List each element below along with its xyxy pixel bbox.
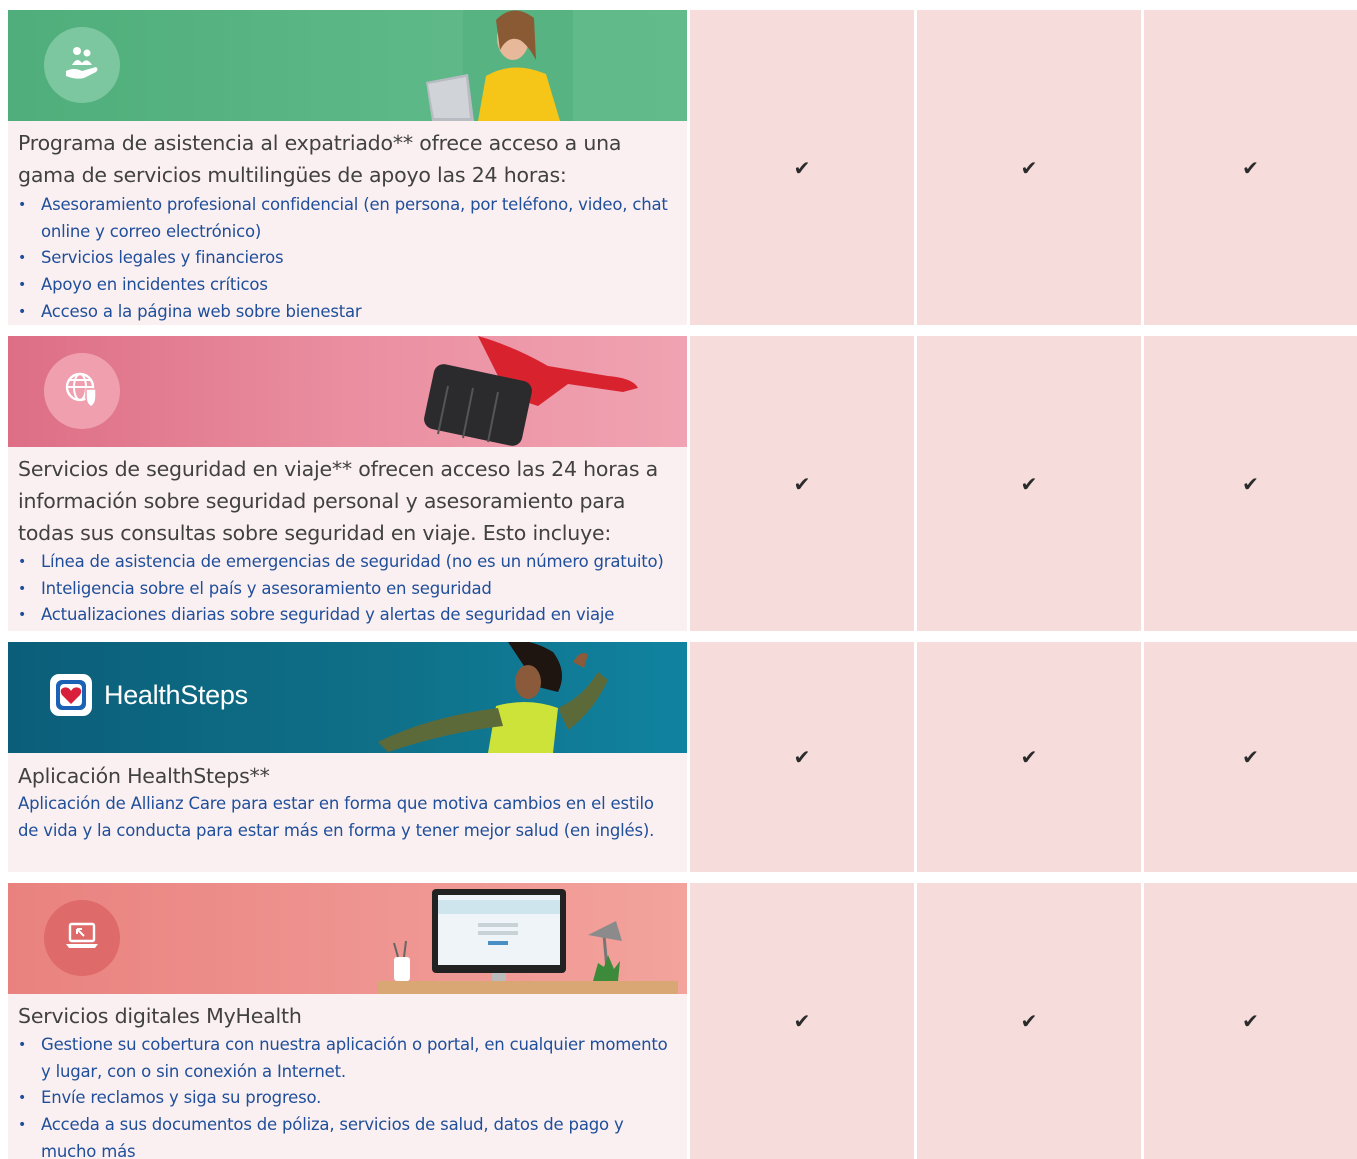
checkmark-icon: ✔ [1020,471,1038,496]
check-cell-plan-1: ✔ [690,10,914,325]
list-item: Gestione su cobertura con nuestra aplica… [18,1032,677,1085]
icon-circle [44,900,120,976]
benefit-row-myhealth: Servicios digitales MyHealth Gestione su… [8,883,1357,1159]
heart-app-icon [50,674,92,716]
list-item: Acceso a la página web sobre bienestar [18,299,677,325]
banner-image [8,336,687,447]
check-cell-plan-2: ✔ [917,336,1141,631]
list-item: Asesoramiento profesional confidencial (… [18,192,677,245]
check-cell-plan-1: ✔ [690,336,914,631]
benefit-description: Servicios digitales MyHealth Gestione su… [8,883,687,1159]
benefit-bullet-list: Línea de asistencia de emergencias de se… [18,549,677,629]
list-item: Actualizaciones diarias sobre seguridad … [18,602,677,629]
healthsteps-logo: HealthSteps [50,674,248,716]
list-item: Inteligencia sobre el país y asesoramien… [18,576,677,603]
check-cell-plan-3: ✔ [1144,883,1357,1159]
benefit-description: Programa de asistencia al expatriado** o… [8,10,687,325]
list-item: Envíe reclamos y siga su progreso. [18,1085,677,1112]
banner-image: HealthSteps [8,642,687,753]
check-cell-plan-3: ✔ [1144,336,1357,631]
checkmark-icon: ✔ [793,745,811,769]
healthsteps-logo-text: HealthSteps [104,679,248,710]
globe-shield-icon [62,369,102,413]
checkmark-icon: ✔ [793,1009,811,1033]
checkmark-icon: ✔ [1242,1009,1259,1033]
icon-circle [44,27,120,103]
hands-people-icon [62,43,102,87]
check-cell-plan-1: ✔ [690,642,914,872]
icon-circle [44,353,120,429]
check-cell-plan-1: ✔ [690,883,914,1159]
banner-image [8,883,687,994]
list-item: Apoyo en incidentes críticos [18,272,677,299]
benefit-description: HealthSteps Aplicación HealthSteps** Apl… [8,642,687,872]
benefit-bullet-list: Asesoramiento profesional confidencial (… [18,192,677,325]
check-cell-plan-3: ✔ [1144,10,1357,325]
check-cell-plan-3: ✔ [1144,642,1357,872]
benefit-title: Servicios de seguridad en viaje** ofrece… [18,457,659,545]
checkmark-icon: ✔ [1242,471,1259,496]
checkmark-icon: ✔ [1020,1009,1038,1033]
check-cell-plan-2: ✔ [917,10,1141,325]
benefit-title: Programa de asistencia al expatriado** o… [18,131,622,187]
checkmark-icon: ✔ [793,155,811,180]
list-item: Acceda a sus documentos de póliza, servi… [18,1112,677,1159]
benefit-bullet-list: Gestione su cobertura con nuestra aplica… [18,1032,677,1159]
benefit-title: Aplicación HealthSteps** [18,764,270,788]
list-item: Servicios legales y financieros [18,245,677,272]
benefit-description: Servicios de seguridad en viaje** ofrece… [8,336,687,631]
laptop-icon [62,916,102,960]
check-cell-plan-2: ✔ [917,883,1141,1159]
benefit-title: Servicios digitales MyHealth [18,1004,302,1028]
checkmark-icon: ✔ [793,471,811,496]
banner-image [8,10,687,121]
list-item: Línea de asistencia de emergencias de se… [18,549,677,576]
benefit-row-healthsteps: HealthSteps Aplicación HealthSteps** Apl… [8,642,1357,872]
checkmark-icon: ✔ [1020,155,1038,180]
benefit-row-travel-security: Servicios de seguridad en viaje** ofrece… [8,336,1357,631]
check-cell-plan-2: ✔ [917,642,1141,872]
benefit-description-text: Aplicación de Allianz Care para estar en… [18,794,655,840]
checkmark-icon: ✔ [1242,745,1259,769]
checkmark-icon: ✔ [1020,745,1038,769]
checkmark-icon: ✔ [1242,155,1259,180]
benefit-row-expat-assistance: Programa de asistencia al expatriado** o… [8,10,1357,325]
